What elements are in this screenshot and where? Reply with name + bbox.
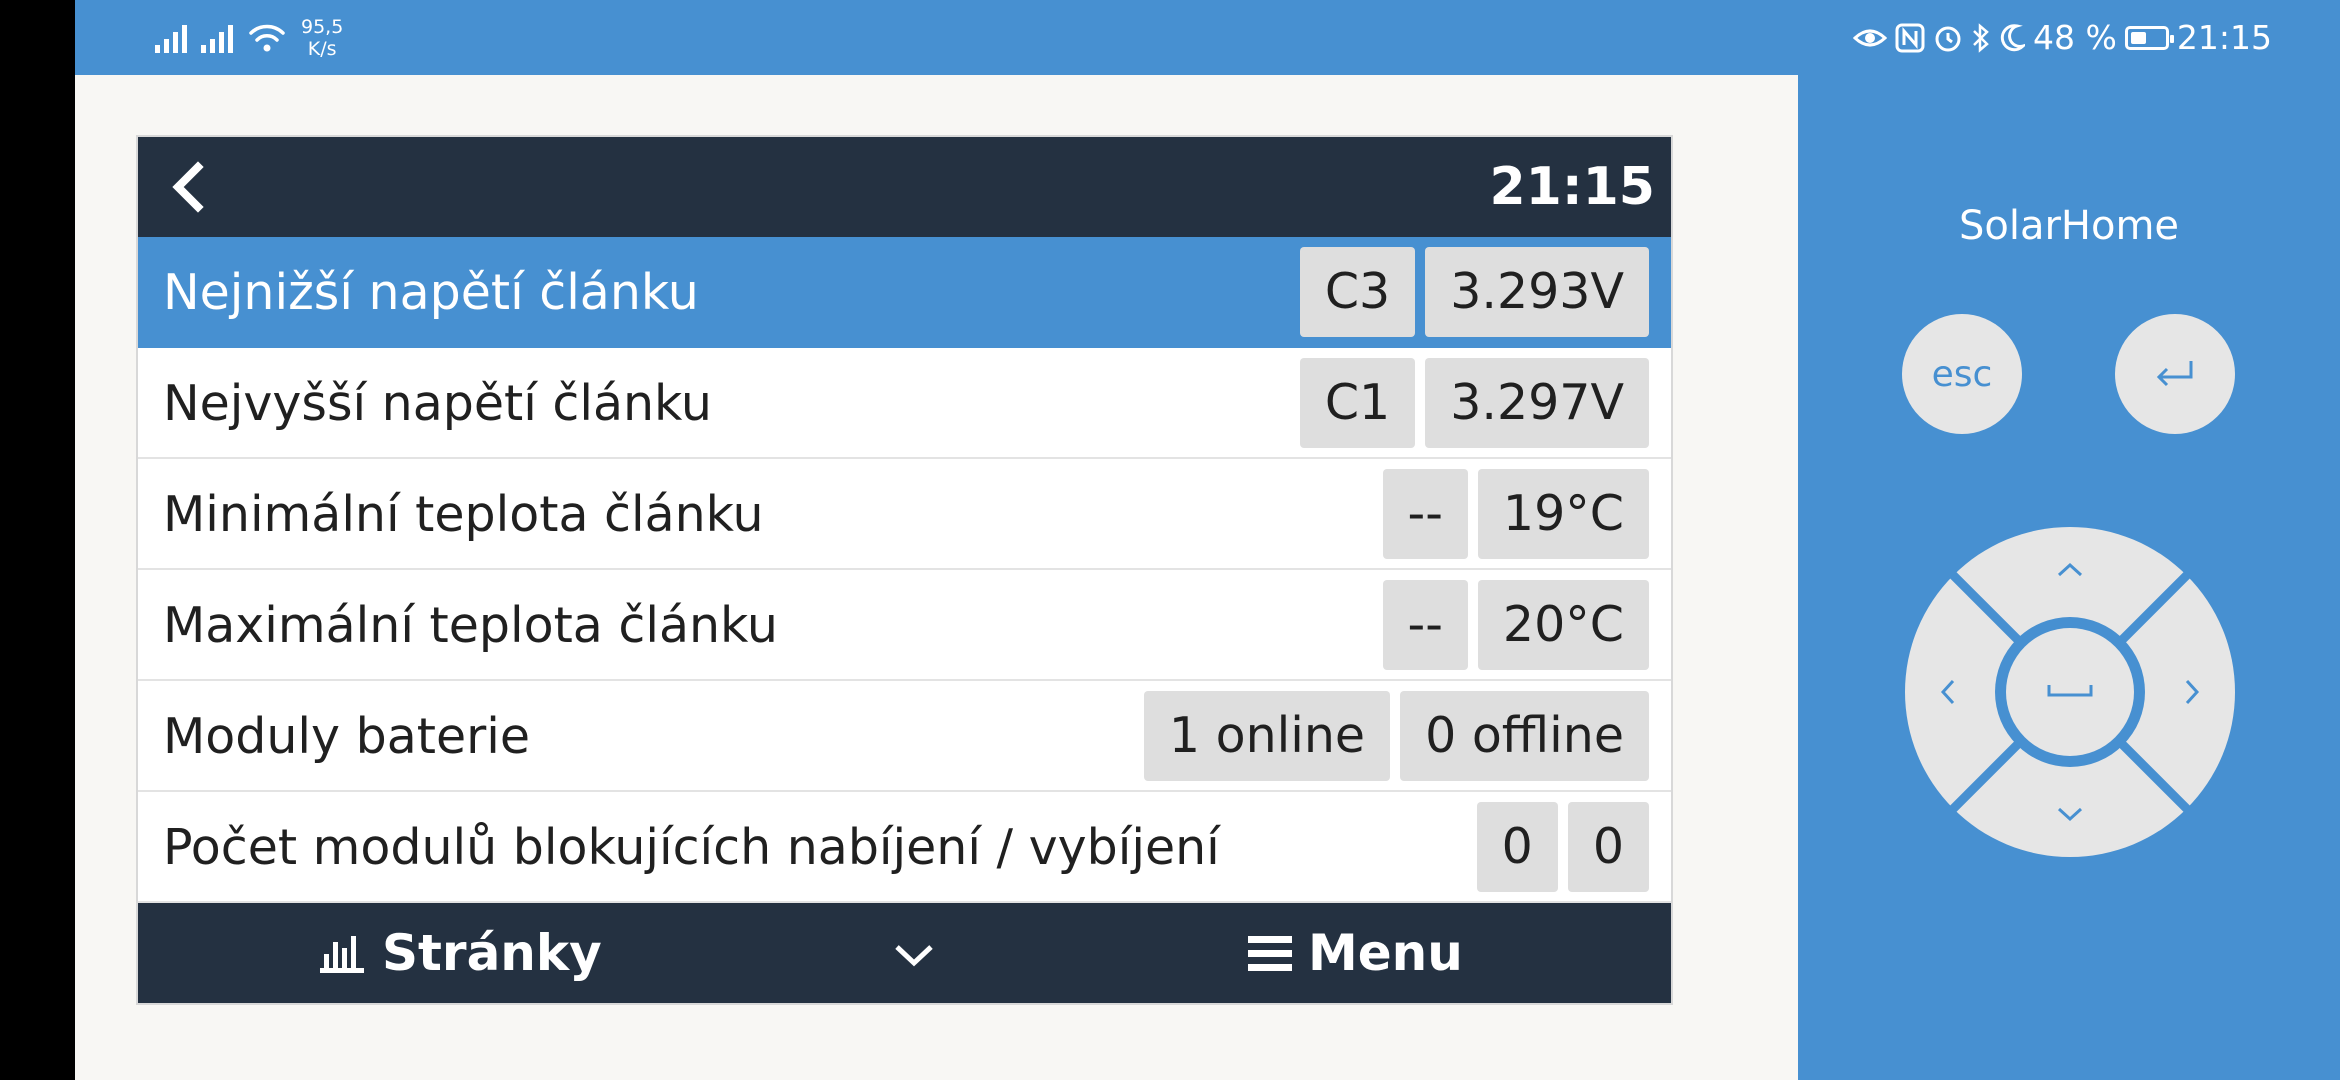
list-item[interactable]: Nejvyšší napětí článku C1 3.297V (138, 348, 1671, 459)
status-left: 95,5 K/s (155, 10, 343, 65)
dpad-center-button[interactable] (2006, 628, 2134, 756)
value-box: 0 offline (1400, 691, 1649, 781)
value-box: 1 online (1143, 691, 1391, 781)
menu-label: Menu (1308, 924, 1463, 982)
status-right: 48 % 21:15 (1853, 10, 2272, 65)
alarm-icon (1935, 26, 1961, 51)
nfc-icon (1895, 23, 1925, 52)
signal-icon (201, 23, 233, 53)
device-footer: Stránky Menu (138, 903, 1671, 1003)
scroll-down-button[interactable] (890, 931, 938, 979)
value-box: 19°C (1477, 469, 1649, 559)
moon-icon (2000, 23, 2026, 51)
battery-percent: 48 % (2033, 18, 2117, 57)
value-box: C1 (1299, 358, 1416, 448)
row-values: C1 3.297V (1299, 358, 1649, 448)
status-bar: 95,5 K/s 48 % 21:15 (75, 0, 2340, 75)
pages-button[interactable]: Stránky (318, 903, 602, 1003)
value-box: 3.293V (1425, 247, 1649, 337)
enter-icon (2156, 361, 2193, 387)
dpad-left-button[interactable] (1913, 635, 1993, 749)
value-box: -- (1382, 469, 1468, 559)
signal-icon (155, 23, 187, 53)
row-label: Nejnižší napětí článku (163, 264, 699, 321)
clock: 21:15 (2176, 18, 2272, 57)
hamburger-icon (1248, 935, 1292, 971)
chevron-down-icon (895, 945, 933, 967)
row-values: -- 20°C (1382, 580, 1649, 670)
brand-title: SolarHome (1958, 203, 2180, 249)
left-edge (0, 0, 75, 1080)
row-values: C3 3.293V (1299, 247, 1649, 337)
row-label: Moduly baterie (163, 708, 530, 765)
network-speed: 95,5 K/s (301, 16, 343, 60)
row-values: -- 19°C (1382, 469, 1649, 559)
value-box: 3.297V (1425, 358, 1649, 448)
enter-button[interactable] (2115, 314, 2235, 434)
list-item[interactable]: Maximální teplota článku -- 20°C (138, 570, 1671, 681)
battery-icon (2124, 25, 2174, 50)
value-box: C3 (1299, 247, 1416, 337)
esc-button[interactable]: esc (1902, 314, 2022, 434)
wifi-icon (249, 24, 285, 51)
row-values: 0 0 (1476, 802, 1649, 892)
value-box: -- (1382, 580, 1468, 670)
list-item[interactable]: Nejnižší napětí článku C3 3.293V (138, 237, 1671, 348)
row-values: 1 online 0 offline (1143, 691, 1649, 781)
dpad-down-button[interactable] (2013, 769, 2127, 849)
row-label: Maximální teplota článku (163, 597, 778, 654)
dpad-right-button[interactable] (2147, 635, 2227, 749)
row-label: Počet modulů blokujících nabíjení / vybí… (163, 819, 1220, 876)
list-item[interactable]: Počet modulů blokujících nabíjení / vybí… (138, 792, 1671, 903)
list-item[interactable]: Moduly baterie 1 online 0 offline (138, 681, 1671, 792)
row-label: Minimální teplota článku (163, 486, 764, 543)
eye-icon (1853, 29, 1888, 46)
net-speed-unit: K/s (307, 37, 337, 60)
battery-level (2130, 31, 2146, 44)
row-label: Nejvyšší napětí článku (163, 375, 712, 432)
menu-button[interactable]: Menu (1248, 903, 1463, 1003)
esc-label: esc (1931, 353, 1993, 395)
bluetooth-icon (1973, 22, 1989, 53)
dpad-up-button[interactable] (2013, 535, 2127, 615)
bar-chart-icon (320, 936, 364, 973)
device-screen: 21:15 Nejnižší napětí článku C3 3.293V N… (136, 135, 1673, 1005)
value-box: 20°C (1477, 580, 1649, 670)
device-time: 21:15 (1489, 157, 1655, 217)
dpad (1905, 527, 2235, 857)
chevron-left-icon (172, 161, 204, 213)
net-speed-value: 95,5 (301, 15, 344, 38)
value-box: 0 (1567, 802, 1649, 892)
list-item[interactable]: Minimální teplota článku -- 19°C (138, 459, 1671, 570)
pages-label: Stránky (382, 924, 602, 982)
back-button[interactable] (160, 159, 216, 215)
value-box: 0 (1476, 802, 1558, 892)
device-header: 21:15 (138, 137, 1671, 237)
